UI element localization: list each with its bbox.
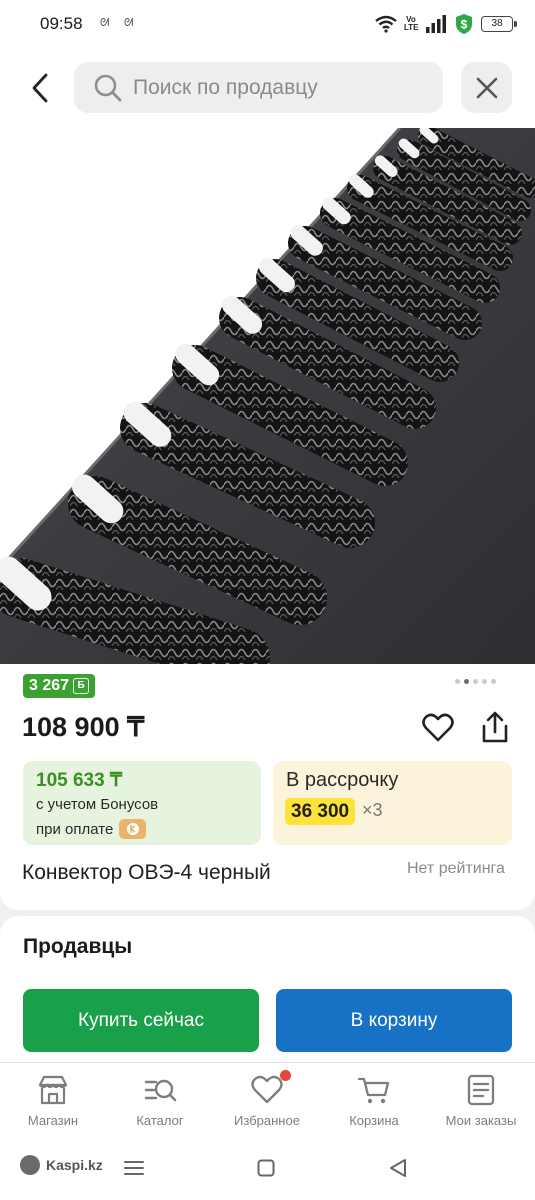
carousel-dot (491, 679, 496, 684)
nav-item-orders[interactable]: Мои заказы (431, 1073, 531, 1139)
nav-label: Избранное (234, 1113, 300, 1128)
nav-label: Магазин (27, 1113, 79, 1128)
installment-amount: 36 300 (285, 798, 356, 825)
bonus-payment-note: при оплате (36, 819, 147, 839)
clear-search-button[interactable] (461, 62, 512, 113)
add-to-cart-button[interactable]: В корзину (276, 989, 512, 1052)
nav-item-cart[interactable]: Корзина (324, 1073, 424, 1139)
notification-dot (280, 1070, 291, 1081)
carousel-dot (482, 679, 487, 684)
close-icon (476, 77, 497, 98)
sellers-card: Продавцы Купить сейчас В корзину (0, 916, 535, 1076)
back-button[interactable] (22, 70, 58, 106)
search-input[interactable] (131, 74, 425, 101)
bonus-amount: 3 267 (29, 677, 70, 694)
favorite-button[interactable] (421, 711, 455, 745)
carousel-dot (473, 679, 478, 684)
volte-icon: Vo LTE (404, 15, 419, 32)
signal-icon (426, 15, 446, 33)
carousel-dot (455, 679, 460, 684)
sellers-heading: Продавцы (23, 935, 133, 958)
system-nav-bar: Kaspi.kz (0, 1142, 535, 1200)
heart-icon (251, 1075, 283, 1104)
back-triangle-icon[interactable] (387, 1157, 409, 1179)
heart-icon (422, 713, 454, 742)
installment-months: ×3 (362, 800, 383, 820)
search-icon (94, 74, 122, 101)
buy-now-button[interactable]: Купить сейчас (23, 989, 259, 1052)
nav-label: Корзина (349, 1113, 399, 1128)
share-icon (482, 711, 508, 743)
bonus-badge: 3 267 Б (23, 674, 96, 698)
shield-icon: $ (456, 14, 472, 34)
bonus-note: с учетом Бонусов (36, 796, 159, 813)
nav-item-favorites[interactable]: Избранное (217, 1070, 317, 1139)
status-bar: 09:58 ᘛ ᘛ Vo LTE $ 38 (0, 0, 535, 50)
catalog-search-icon (144, 1079, 177, 1102)
chevron-left-icon (32, 73, 48, 103)
notification-icon: ᘛ (124, 17, 134, 29)
product-price: 108 900 ₸ (22, 712, 145, 742)
kaspi-watermark: Kaspi.kz (20, 1155, 103, 1175)
bonus-price: 105 633 ₸ (36, 770, 123, 791)
image-carousel-dots (455, 679, 496, 684)
product-info-card: 3 267 Б 108 900 ₸ 105 633 ₸ с учетом Бон… (0, 664, 535, 910)
bottom-nav: Магазин Каталог Избранное Корзина Мои за… (0, 1062, 535, 1143)
orders-icon (467, 1074, 495, 1106)
nav-item-catalog[interactable]: Каталог (110, 1073, 210, 1139)
notification-icon: ᘛ (100, 17, 110, 29)
product-image[interactable] (0, 128, 535, 664)
battery-icon: 38 (481, 16, 517, 32)
shop-icon (38, 1075, 68, 1105)
cart-icon (357, 1077, 390, 1104)
kaspi-logo-icon (119, 819, 147, 839)
nav-item-shop[interactable]: Магазин (3, 1073, 103, 1139)
bonus-payment-text: при оплате (36, 820, 114, 838)
rating-text[interactable]: Нет рейтинга (407, 860, 505, 878)
bonus-price-box[interactable]: 105 633 ₸ с учетом Бонусов при оплате (23, 761, 261, 845)
installment-box[interactable]: В рассрочку 36 300 ×3 (273, 761, 512, 845)
wifi-icon (375, 15, 397, 33)
share-button[interactable] (477, 710, 513, 746)
bonus-currency-icon: Б (73, 678, 90, 694)
home-icon[interactable] (256, 1158, 276, 1178)
status-icons: Vo LTE $ 38 (375, 10, 517, 38)
nav-label: Каталог (136, 1113, 184, 1128)
installment-title: В рассрочку (286, 769, 399, 791)
menu-icon[interactable] (122, 1158, 146, 1178)
kaspi-logo-icon (20, 1155, 40, 1175)
product-title: Конвектор ОВЭ-4 черный (22, 861, 271, 884)
search-box[interactable] (74, 62, 443, 113)
nav-label: Мои заказы (445, 1113, 517, 1128)
convector-grille-image (0, 128, 535, 664)
carousel-dot (464, 679, 469, 684)
svg-text:$: $ (461, 18, 468, 32)
search-header (0, 50, 535, 128)
status-time: 09:58 (40, 14, 83, 33)
watermark-text: Kaspi.kz (46, 1157, 103, 1173)
